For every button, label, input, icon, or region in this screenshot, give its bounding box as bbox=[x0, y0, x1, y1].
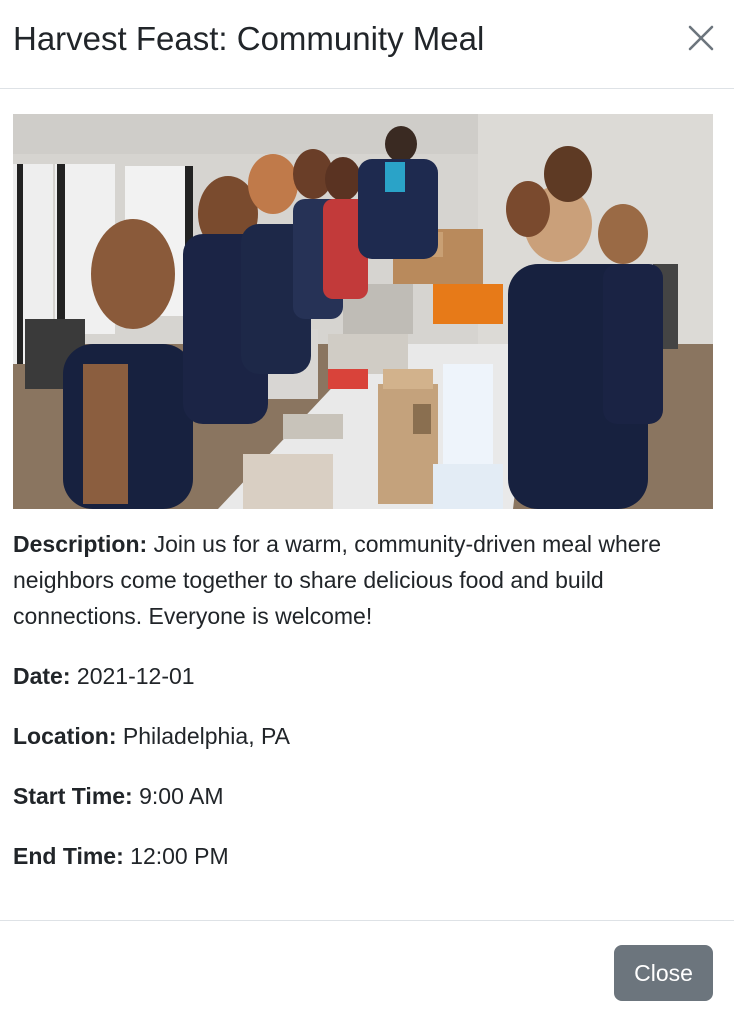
date-label: Date: bbox=[13, 663, 71, 689]
description-label: Description: bbox=[13, 531, 148, 557]
close-button[interactable]: Close bbox=[614, 945, 713, 1001]
end-time-value: 12:00 PM bbox=[130, 843, 229, 869]
modal-body: Description: Join us for a warm, communi… bbox=[13, 114, 713, 874]
start-time-value: 9:00 AM bbox=[139, 783, 224, 809]
event-photo bbox=[13, 114, 713, 509]
location-label: Location: bbox=[13, 723, 117, 749]
location-value: Philadelphia, PA bbox=[122, 723, 290, 749]
date-row: Date: 2021-12-01 bbox=[13, 658, 713, 694]
modal-header: Harvest Feast: Community Meal bbox=[0, 0, 734, 89]
end-time-label: End Time: bbox=[13, 843, 124, 869]
location-row: Location: Philadelphia, PA bbox=[13, 718, 713, 754]
end-time-row: End Time: 12:00 PM bbox=[13, 838, 713, 874]
start-time-row: Start Time: 9:00 AM bbox=[13, 778, 713, 814]
description-text: Description: Join us for a warm, communi… bbox=[13, 526, 713, 634]
date-value: 2021-12-01 bbox=[76, 663, 195, 689]
close-x-icon[interactable] bbox=[683, 20, 719, 56]
event-modal: Harvest Feast: Community Meal Descriptio… bbox=[0, 0, 734, 1010]
modal-title: Harvest Feast: Community Meal bbox=[13, 20, 485, 57]
start-time-label: Start Time: bbox=[13, 783, 133, 809]
modal-footer: Close bbox=[0, 920, 734, 1010]
